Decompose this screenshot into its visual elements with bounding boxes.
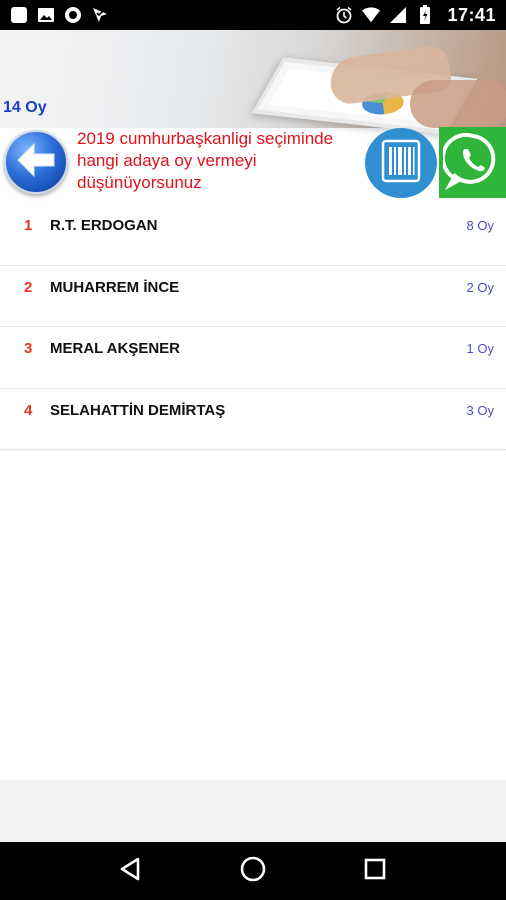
item-rank: 2 [24,278,33,296]
alarm-icon [335,6,353,24]
item-votes: 2 Oy [466,279,494,295]
status-bar-left [10,6,109,24]
item-name: SELAHATTİN DEMİRTAŞ [50,401,226,419]
item-rank: 3 [24,340,33,357]
home-circle-icon [239,855,267,888]
item-votes: 1 Oy [466,341,494,356]
barcode-button[interactable] [365,128,437,198]
barcode-icon [381,139,421,188]
circle-icon [64,6,82,24]
status-bar: 17:41 [0,0,506,30]
square-notification-icon [10,6,28,24]
nav-recents-button[interactable] [355,851,395,891]
whatsapp-icon [440,130,503,195]
footer-area [0,780,506,842]
nav-home-button[interactable] [233,851,273,891]
battery-icon [416,5,434,24]
header: 14 Oy 2019 cumhurbaşkanligi seçiminde ha… [0,30,506,204]
nav-back-button[interactable] [111,851,151,891]
wifi-icon [362,6,381,24]
back-arrow-icon [14,140,58,185]
back-triangle-icon [118,856,144,887]
navigation-bar [0,842,506,900]
download-check-icon [91,6,109,24]
banner-image [0,30,506,135]
image-icon [37,6,55,24]
item-rank: 4 [24,401,33,419]
item-name: MUHARREM İNCE [50,278,180,296]
list-item[interactable]: 2 MUHARREM İNCE 2 Oy [0,265,506,327]
item-votes: 3 Oy [466,402,494,418]
hand-illustration-2 [410,80,506,128]
status-bar-right: 17:41 [335,5,496,26]
total-votes: 14 Oy [3,99,47,116]
signal-icon [389,6,407,24]
item-name: R.T. ERDOGAN [50,217,158,234]
item-name: MERAL AKŞENER [50,340,181,357]
clock: 17:41 [447,4,496,25]
item-votes: 8 Oy [466,218,494,233]
back-button[interactable] [4,130,68,194]
list-item[interactable]: 1 R.T. ERDOGAN 8 Oy [0,204,506,266]
item-rank: 1 [24,217,33,234]
poll-question: 2019 cumhurbaşkanligi seçiminde hangi ad… [77,129,334,192]
list-item[interactable]: 3 MERAL AKŞENER 1 Oy [0,327,506,389]
whatsapp-button[interactable] [439,127,506,198]
recents-square-icon [363,857,387,886]
list-item[interactable]: 4 SELAHATTİN DEMİRTAŞ 3 Oy [0,388,506,450]
candidate-list: 1 R.T. ERDOGAN 8 Oy 2 MUHARREM İNCE 2 Oy… [0,204,506,450]
question-row: 2019 cumhurbaşkanligi seçiminde hangi ad… [0,126,506,204]
